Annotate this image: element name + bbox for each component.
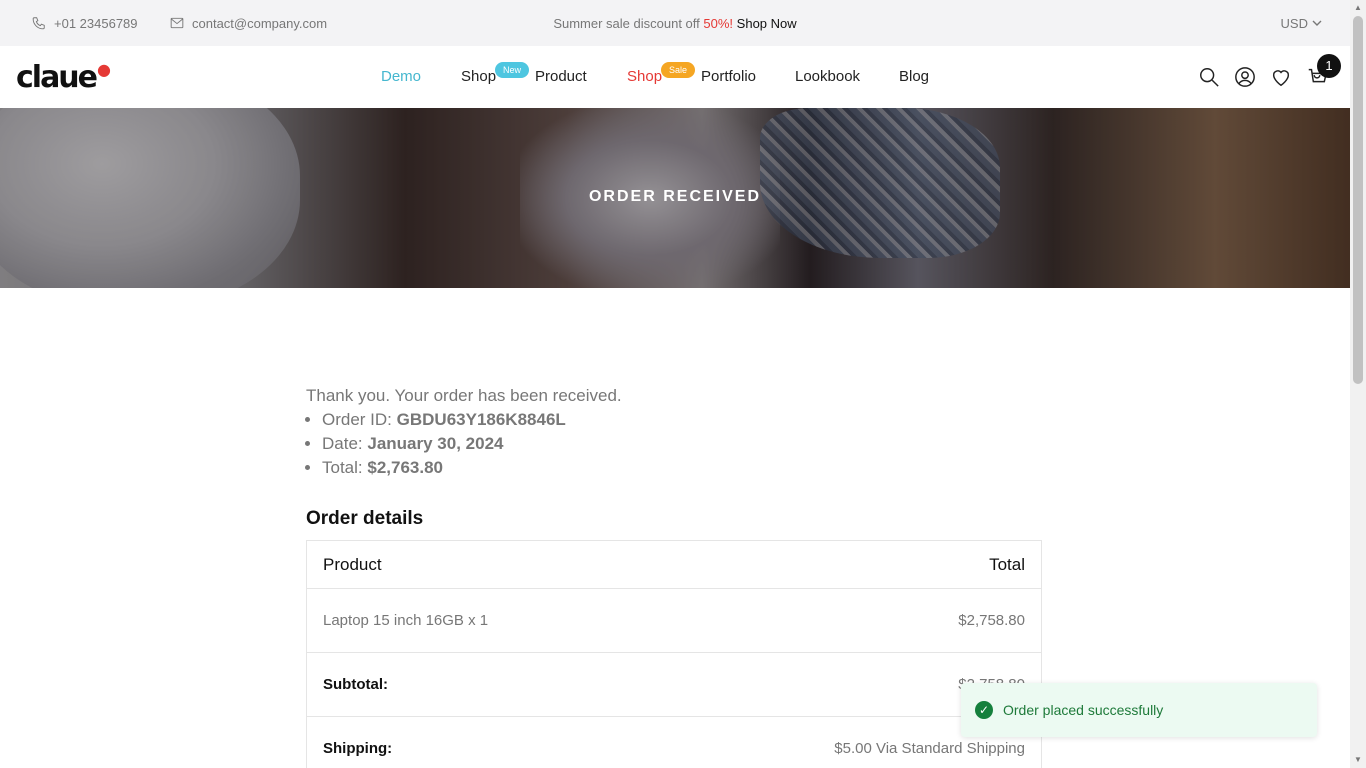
scroll-down-arrow-icon[interactable]: ▼ — [1350, 752, 1366, 768]
user-icon[interactable] — [1234, 66, 1256, 88]
phone-icon — [32, 17, 45, 30]
column-header-total: Total — [651, 540, 1042, 589]
order-id-value: GBDU63Y186K8846L — [396, 410, 566, 429]
search-icon[interactable] — [1198, 66, 1220, 88]
email-contact[interactable]: contact@company.com — [170, 16, 327, 31]
chevron-down-icon — [1312, 20, 1322, 26]
page-scrollbar[interactable]: ▲ ▼ — [1350, 0, 1366, 768]
order-id-label: Order ID: — [322, 410, 392, 429]
table-row: Laptop 15 inch 16GB x 1 $2,758.80 — [306, 588, 1042, 653]
promo-percent: 50%! — [703, 15, 734, 31]
order-total-label: Total: — [322, 458, 363, 477]
order-received-content: Thank you. Your order has been received.… — [306, 384, 1043, 768]
order-date-label: Date: — [322, 434, 363, 453]
subtotal-row: Subtotal: $2,758.80 — [306, 652, 1042, 717]
product-name-cell: Laptop 15 inch 16GB x 1 — [306, 588, 652, 653]
toast-message: Order placed successfully — [1003, 702, 1164, 718]
logo-dot: ● — [97, 60, 111, 79]
column-header-product: Product — [306, 540, 652, 589]
nav-item-product[interactable]: Product — [535, 68, 587, 85]
order-summary-list: Order ID: GBDU63Y186K8846L Date: January… — [322, 408, 1043, 480]
shipping-label: Shipping: — [306, 716, 652, 768]
shipping-row: Shipping: $5.00 Via Standard Shipping — [306, 716, 1042, 768]
heart-icon[interactable] — [1270, 66, 1292, 88]
nav-item-portfolio[interactable]: Portfolio — [701, 68, 756, 85]
page-banner: ORDER RECEIVED — [0, 108, 1350, 288]
phone-contact[interactable]: +01 23456789 — [32, 16, 138, 31]
nav-item-shop[interactable]: Shop — [461, 68, 496, 85]
order-details-heading: Order details — [306, 508, 424, 529]
logo-text: claue — [16, 60, 98, 95]
new-badge: New — [495, 62, 530, 78]
logo[interactable]: claue● — [16, 60, 111, 95]
order-id-item: Order ID: GBDU63Y186K8846L — [322, 408, 1043, 432]
order-total-value: $2,763.80 — [367, 458, 444, 477]
scroll-up-arrow-icon[interactable]: ▲ — [1350, 0, 1366, 16]
product-total-cell: $2,758.80 — [651, 588, 1042, 653]
cart-count-badge[interactable]: 1 — [1317, 54, 1341, 78]
shop-now-link[interactable]: Shop Now — [737, 16, 797, 31]
page-title: ORDER RECEIVED — [588, 188, 762, 205]
table-header-row: Product Total — [306, 540, 1042, 589]
nav-item-demo[interactable]: Demo — [381, 68, 421, 85]
nav-item-blog[interactable]: Blog — [899, 68, 929, 85]
mail-icon — [170, 17, 184, 29]
nav-item-shop-sale[interactable]: Shop — [627, 68, 662, 85]
check-circle-icon: ✓ — [975, 701, 993, 719]
site-header: claue● Demo Shop New Product Shop Sale P… — [0, 46, 1350, 108]
subtotal-label: Subtotal: — [306, 652, 652, 717]
success-toast[interactable]: ✓ Order placed successfully — [961, 683, 1317, 737]
order-date-item: Date: January 30, 2024 — [322, 432, 1043, 456]
currency-label: USD — [1280, 15, 1308, 31]
order-date-value: January 30, 2024 — [367, 434, 504, 453]
email-address: contact@company.com — [192, 15, 328, 31]
currency-selector[interactable]: USD — [1281, 16, 1322, 31]
promo-text: Summer sale discount off — [553, 15, 700, 31]
scrollbar-thumb[interactable] — [1353, 16, 1363, 384]
sale-badge: Sale — [661, 62, 696, 78]
thank-you-message: Thank you. Your order has been received. — [306, 386, 622, 405]
order-details-table: Product Total Laptop 15 inch 16GB x 1 $2… — [306, 540, 1042, 768]
top-bar: +01 23456789 contact@company.com Summer … — [0, 0, 1350, 46]
order-total-item: Total: $2,763.80 — [322, 456, 1043, 480]
phone-number: +01 23456789 — [54, 15, 138, 31]
nav-item-lookbook[interactable]: Lookbook — [795, 68, 860, 85]
